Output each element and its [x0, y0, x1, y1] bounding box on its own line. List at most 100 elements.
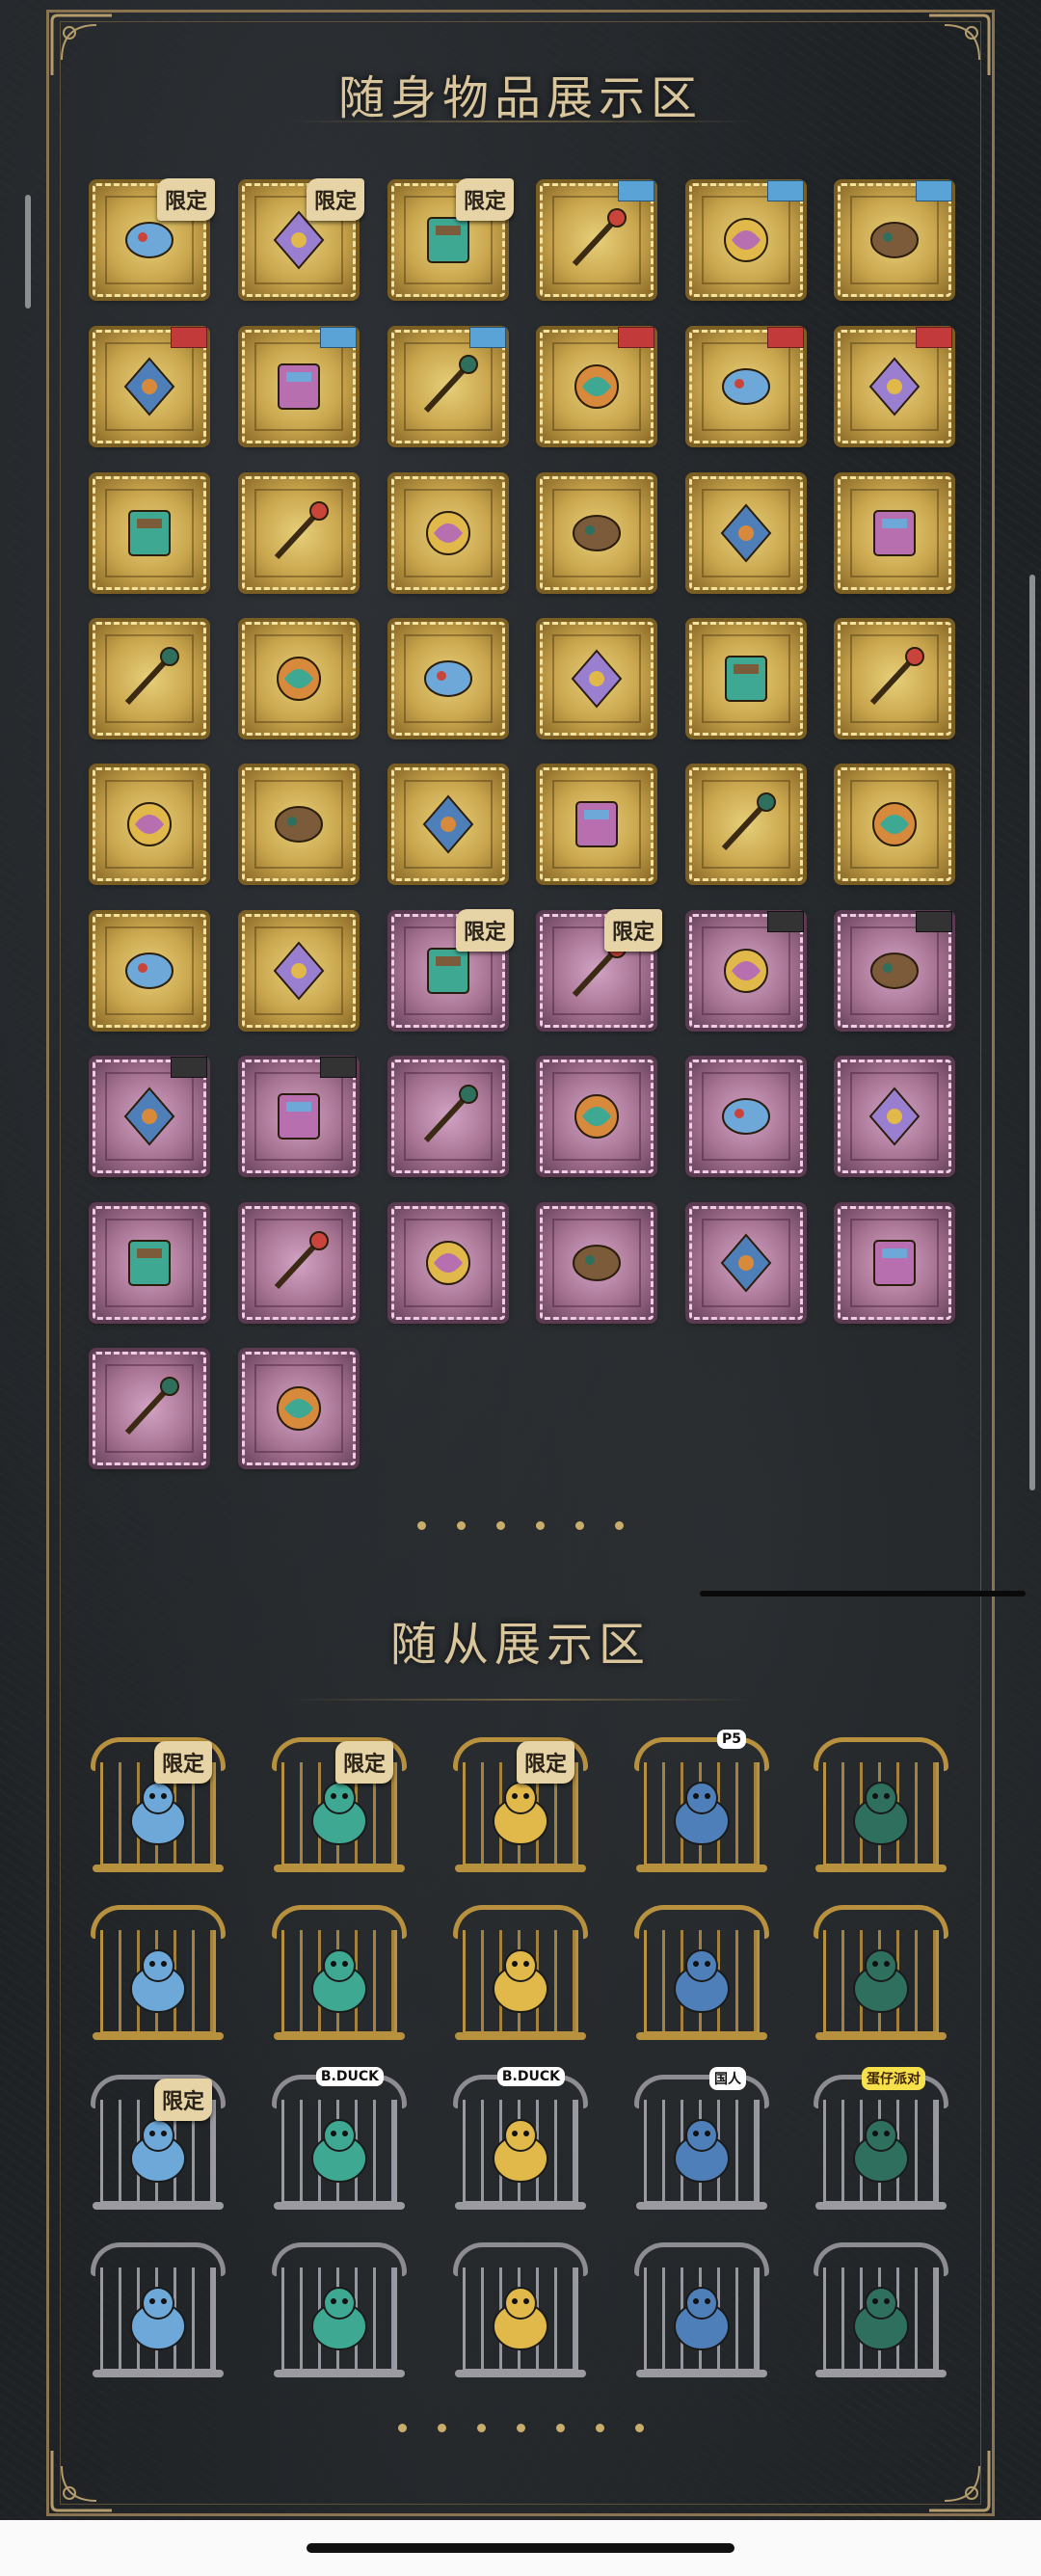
pagination-dot[interactable] — [516, 2424, 525, 2432]
home-indicator[interactable] — [307, 2543, 734, 2553]
item-stamp[interactable]: 限定 — [391, 178, 514, 297]
item-stamp[interactable]: 限定 — [391, 909, 514, 1028]
item-stamp[interactable] — [242, 1352, 356, 1465]
pet-cage[interactable] — [268, 1895, 411, 2040]
scrollbar-thumb[interactable] — [25, 195, 31, 309]
item-stamp[interactable] — [540, 767, 654, 881]
item-stamp[interactable] — [242, 1057, 357, 1173]
item-stamp[interactable] — [689, 1206, 803, 1320]
item-stamp[interactable] — [838, 767, 951, 881]
item-stamp[interactable] — [391, 767, 505, 881]
pagination-dot[interactable] — [417, 1521, 426, 1530]
item-stamp[interactable] — [540, 327, 654, 443]
pet-cage[interactable]: 限定 — [87, 2065, 229, 2210]
pagination-dot[interactable] — [437, 2424, 446, 2432]
scrollbar-track[interactable] — [1029, 575, 1035, 1490]
item-stamp[interactable] — [242, 622, 356, 736]
bronze-kettle-icon — [861, 1229, 928, 1297]
caged-reindeer-icon — [299, 2276, 380, 2357]
caged-lantern-icon — [661, 2276, 742, 2357]
pet-cage[interactable] — [810, 2233, 952, 2377]
collab-label: P5 — [716, 1730, 746, 1749]
pagination-dot[interactable] — [496, 1521, 505, 1530]
item-stamp[interactable] — [391, 622, 505, 736]
item-stamp[interactable] — [93, 1057, 207, 1173]
pagination-dot[interactable] — [634, 2424, 644, 2432]
item-stamp[interactable] — [540, 476, 654, 590]
item-stamp[interactable] — [93, 476, 206, 590]
pet-cage[interactable] — [87, 2233, 229, 2377]
pet-cage[interactable]: 限定 — [268, 1728, 411, 1872]
item-stamp[interactable] — [93, 767, 206, 881]
item-stamp[interactable] — [93, 327, 207, 443]
pet-cage[interactable] — [87, 1895, 229, 2040]
item-stamp[interactable] — [689, 476, 803, 590]
parchment-feather-icon — [563, 1083, 630, 1150]
item-stamp[interactable] — [838, 1206, 951, 1320]
pet-cage[interactable] — [630, 1895, 773, 2040]
cage-base — [455, 2032, 586, 2040]
pagination-dot[interactable] — [615, 1521, 624, 1530]
pet-cage[interactable] — [449, 1895, 592, 2040]
item-stamp[interactable] — [242, 476, 356, 590]
item-stamp[interactable] — [540, 180, 654, 297]
item-stamp[interactable] — [93, 622, 206, 736]
item-stamp[interactable] — [540, 622, 654, 736]
item-stamp[interactable] — [838, 1060, 951, 1173]
item-stamp[interactable] — [540, 1206, 654, 1320]
pet-cage[interactable]: 国人 — [630, 2065, 773, 2210]
pagination-dot[interactable] — [555, 2424, 565, 2432]
pagination-dot[interactable] — [457, 1521, 466, 1530]
item-stamp[interactable] — [391, 327, 506, 443]
item-stamp[interactable] — [838, 327, 952, 443]
item-stamp[interactable] — [242, 767, 356, 881]
pagination-dot[interactable] — [575, 1521, 584, 1530]
item-stamp[interactable] — [689, 327, 804, 443]
cage-base — [274, 1865, 405, 1872]
item-stamp[interactable] — [93, 914, 206, 1028]
pet-cage[interactable]: 限定 — [87, 1728, 229, 1872]
item-stamp[interactable] — [838, 180, 952, 297]
pet-cage[interactable]: P5 — [630, 1728, 773, 1872]
item-stamp[interactable] — [93, 1352, 206, 1465]
pet-cage[interactable] — [630, 2233, 773, 2377]
pet-cage[interactable] — [268, 2233, 411, 2377]
item-stamp[interactable] — [391, 1206, 505, 1320]
item-stamp[interactable] — [689, 911, 804, 1028]
pet-cage[interactable] — [449, 2233, 592, 2377]
pagination-dot[interactable] — [536, 1521, 545, 1530]
item-stamp[interactable] — [689, 180, 804, 297]
ice-flower-icon — [861, 791, 928, 858]
pet-cage[interactable]: B.DUCK — [268, 2065, 411, 2210]
item-stamp[interactable]: 限定 — [540, 909, 662, 1028]
item-stamp[interactable] — [540, 1060, 654, 1173]
pet-cage[interactable]: B.DUCK — [449, 2065, 592, 2210]
item-stamp[interactable] — [391, 1060, 505, 1173]
pet-cage[interactable]: 限定 — [449, 1728, 592, 1872]
item-stamp[interactable] — [689, 767, 803, 881]
pet-cage[interactable] — [810, 1728, 952, 1872]
item-stamp[interactable] — [242, 327, 357, 443]
item-stamp[interactable] — [391, 476, 505, 590]
item-stamp[interactable] — [838, 622, 951, 736]
item-stamp[interactable] — [242, 914, 356, 1028]
item-stamp[interactable] — [838, 476, 951, 590]
cage-base — [274, 2032, 405, 2040]
item-stamp[interactable] — [689, 622, 803, 736]
sword-icon — [265, 353, 333, 420]
pet-cage[interactable] — [810, 1895, 952, 2040]
item-stamp[interactable] — [93, 1206, 206, 1320]
item-stamp[interactable] — [838, 911, 952, 1028]
collab-tag-icon — [618, 327, 654, 348]
pagination-dot[interactable] — [476, 2424, 486, 2432]
pet-cage[interactable]: 蛋仔派对 — [810, 2065, 952, 2210]
item-stamp[interactable]: 限定 — [93, 178, 215, 297]
pagination-dot[interactable] — [595, 2424, 604, 2432]
pagination-dot[interactable] — [397, 2424, 407, 2432]
collab-tag-icon — [171, 327, 207, 348]
caged-bat-owl-icon — [118, 2276, 199, 2357]
item-stamp[interactable] — [242, 1206, 356, 1320]
item-stamp[interactable]: 限定 — [242, 178, 364, 297]
caged-vampire-icon — [299, 1939, 380, 2020]
item-stamp[interactable] — [689, 1060, 803, 1173]
